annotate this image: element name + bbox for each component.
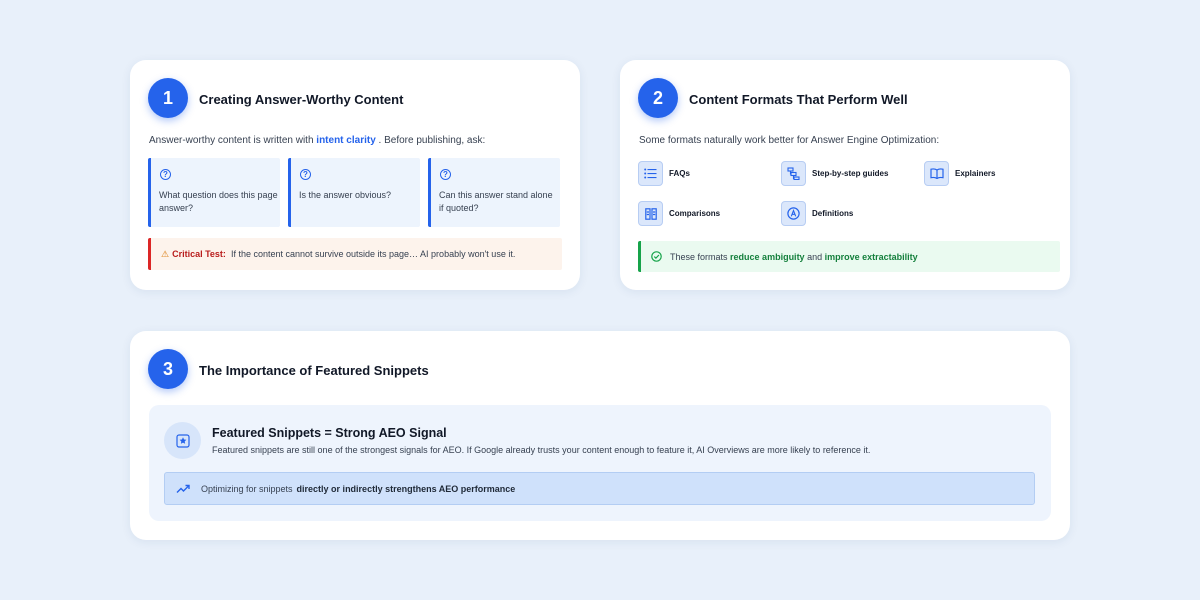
- intro-text: Answer-worthy content is written with: [149, 135, 314, 146]
- formats-note-callout: These formats reduce ambiguity and impro…: [638, 241, 1060, 272]
- question-circle-icon: ?: [160, 169, 171, 180]
- card-featured-snippets: 3 The Importance of Featured Snippets Fe…: [130, 331, 1070, 540]
- format-step-by-step: Step-by-step guides: [781, 161, 888, 186]
- critical-test-text: If the content cannot survive outside it…: [230, 249, 516, 259]
- compare-icon: [638, 201, 663, 226]
- card-title: Content Formats That Perform Well: [689, 92, 908, 107]
- book-icon: [924, 161, 949, 186]
- snippet-description: Featured snippets are still one of the s…: [212, 445, 871, 455]
- snippet-panel: Featured Snippets = Strong AEO Signal Fe…: [149, 405, 1051, 521]
- question-circle-icon: ?: [300, 169, 311, 180]
- callout-strong: directly or indirectly strengthens AEO p…: [296, 483, 516, 494]
- card-intro: Some formats naturally work better for A…: [639, 135, 940, 146]
- question-circle-icon: ?: [440, 169, 451, 180]
- intro-text-end: . Before publishing, ask:: [378, 135, 486, 146]
- note-text: and: [807, 251, 823, 262]
- question-text: Is the answer obvious?: [299, 190, 392, 200]
- question-box: ? Can this answer stand alone if quoted?: [428, 158, 560, 227]
- card-title: Creating Answer-Worthy Content: [199, 92, 404, 107]
- definition-icon: [781, 201, 806, 226]
- format-explainers: Explainers: [924, 161, 995, 186]
- note-highlight: improve extractability: [824, 251, 918, 262]
- format-label: Definitions: [812, 209, 854, 218]
- check-circle-icon: [651, 251, 662, 262]
- critical-test-callout: ⚠ Critical Test: If the content cannot s…: [148, 238, 562, 270]
- step-number-badge: 3: [148, 349, 188, 389]
- format-label: Step-by-step guides: [812, 169, 889, 178]
- snippet-callout: Optimizing for snippets directly or indi…: [164, 472, 1035, 505]
- step-number-badge: 2: [638, 78, 678, 118]
- format-faqs: FAQs: [638, 161, 690, 186]
- steps-icon: [781, 161, 806, 186]
- snippet-heading: Featured Snippets = Strong AEO Signal: [212, 426, 447, 440]
- format-label: FAQs: [669, 169, 690, 178]
- question-text: What question does this page answer?: [159, 190, 278, 213]
- note-highlight: reduce ambiguity: [730, 251, 805, 262]
- question-box: ? What question does this page answer?: [148, 158, 280, 227]
- format-comparisons: Comparisons: [638, 201, 720, 226]
- card-content-formats: 2 Content Formats That Perform Well Some…: [620, 60, 1070, 290]
- critical-test-label: Critical Test:: [172, 249, 226, 259]
- question-text: Can this answer stand alone if quoted?: [439, 190, 553, 213]
- star-icon: [164, 422, 201, 459]
- intro-highlight: intent clarity: [316, 135, 376, 146]
- note-text: These formats: [670, 251, 728, 262]
- list-icon: [638, 161, 663, 186]
- trend-up-icon: [176, 484, 190, 494]
- card-answer-worthy-content: 1 Creating Answer-Worthy Content Answer-…: [130, 60, 580, 290]
- format-label: Comparisons: [669, 209, 721, 218]
- warning-icon: ⚠: [161, 248, 170, 259]
- format-label: Explainers: [955, 169, 996, 178]
- question-box: ? Is the answer obvious?: [288, 158, 420, 227]
- step-number-badge: 1: [148, 78, 188, 118]
- format-definitions: Definitions: [781, 201, 853, 226]
- card-title: The Importance of Featured Snippets: [199, 363, 429, 378]
- callout-text: Optimizing for snippets: [201, 483, 293, 494]
- card-intro: Answer-worthy content is written with in…: [149, 135, 485, 146]
